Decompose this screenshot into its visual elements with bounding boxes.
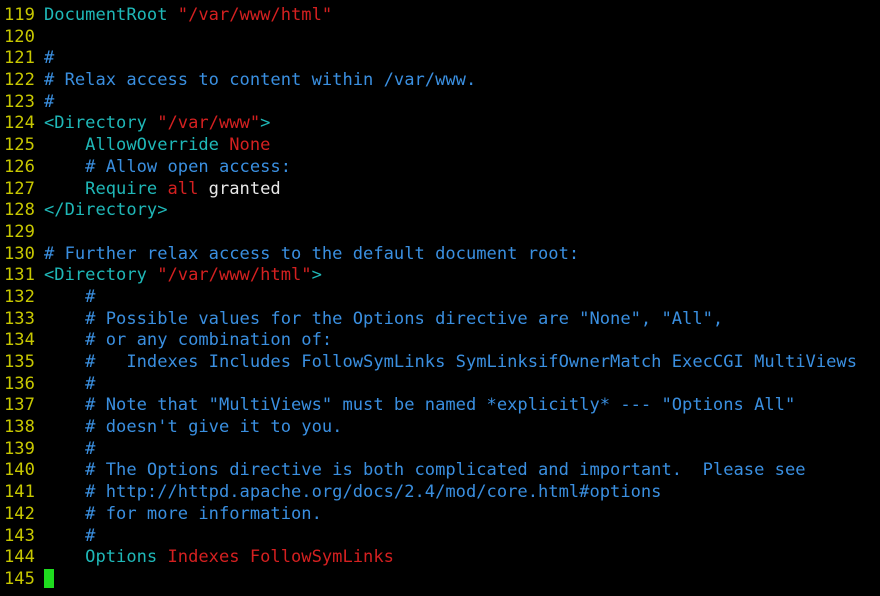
line-number: 126 (4, 156, 35, 177)
line-number: 137 (4, 395, 35, 416)
code-token-keyword: Options (44, 547, 168, 568)
code-token-comment: # or any combination of: (44, 330, 333, 351)
line-number: 124 (4, 113, 35, 134)
code-line[interactable]: 140 # The Options directive is both comp… (4, 460, 857, 482)
line-number: 127 (4, 178, 35, 199)
code-token-comment: # Note that "MultiViews" must be named *… (44, 395, 796, 416)
code-token-string: "/var/www/html" (177, 5, 333, 25)
code-token-keyword: AllowOverride (44, 135, 230, 156)
code-token-comment: # (44, 48, 55, 69)
code-token-comment: # for more information. (44, 503, 322, 524)
code-line[interactable]: 139 # (4, 439, 857, 461)
code-line[interactable]: 128 </Directory> (4, 200, 857, 222)
code-token-comment: # doesn't give it to you. (44, 417, 343, 438)
terminal-editor[interactable]: 119 DocumentRoot "/var/www/html" 120 121 #12… (4, 5, 857, 591)
line-number: 144 (4, 547, 35, 568)
line-number: 134 (4, 330, 35, 351)
code-line[interactable]: 137 # Note that "MultiViews" must be nam… (4, 395, 857, 417)
code-token-comment: # (44, 525, 96, 546)
code-token-keyword: DocumentRoot (44, 5, 178, 25)
line-number: 130 (4, 243, 35, 264)
line-number: 132 (4, 286, 35, 307)
code-line[interactable]: 121 # (4, 48, 857, 70)
line-number: 142 (4, 503, 35, 524)
code-token-string: None (229, 135, 271, 156)
line-number: 145 (4, 568, 35, 589)
code-line[interactable]: 142 # for more information. (4, 504, 857, 526)
code-token-comment: # (44, 91, 55, 112)
code-line[interactable]: 143 # (4, 526, 857, 548)
code-token-string: "/var/www" (157, 113, 261, 134)
code-line[interactable]: 123 # (4, 92, 857, 114)
line-number: 139 (4, 438, 35, 459)
line-number: 120 (4, 26, 35, 47)
code-token-keyword: </Directory> (44, 200, 168, 221)
code-token-comment: # Possible values for the Options direct… (44, 308, 724, 329)
code-line[interactable]: 144 Options Indexes FollowSymLinks (4, 547, 857, 569)
code-line[interactable]: 130 # Further relax access to the default… (4, 244, 857, 266)
code-line[interactable]: 131 <Directory "/var/www/html"> (4, 265, 857, 287)
code-token-comment: # (44, 286, 96, 307)
line-number: 131 (4, 265, 35, 286)
code-token-comment: # (44, 373, 96, 394)
line-number: 141 (4, 482, 35, 503)
line-number: 128 (4, 200, 35, 221)
code-line[interactable]: 129 (4, 222, 857, 244)
code-line[interactable]: 124 <Directory "/var/www"> (4, 113, 857, 135)
code-line[interactable]: 132 # (4, 287, 857, 309)
code-token-comment: # Allow open access: (44, 156, 291, 177)
code-line[interactable]: 127 Require all granted (4, 179, 857, 201)
text-cursor (44, 568, 54, 588)
line-number: 122 (4, 70, 35, 91)
code-line[interactable]: 120 (4, 27, 857, 49)
line-number: 125 (4, 135, 35, 156)
code-token-string: all (167, 178, 199, 199)
code-token-keyword: <Directory (44, 113, 158, 134)
line-number: 136 (4, 373, 35, 394)
code-token-comment: # The Options directive is both complica… (44, 460, 806, 481)
code-token-string: "/var/www/html" (157, 265, 312, 286)
code-line[interactable]: 138 # doesn't give it to you. (4, 417, 857, 439)
line-number: 135 (4, 352, 35, 372)
line-number: 140 (4, 460, 35, 481)
code-token-string: Indexes FollowSymLinks (167, 547, 394, 568)
code-line[interactable]: 126 # Allow open access: (4, 157, 857, 179)
code-line[interactable]: 145 (4, 568, 857, 591)
line-number: 121 (4, 48, 35, 69)
code-token-keyword: > (260, 113, 271, 134)
code-line[interactable]: 119 DocumentRoot "/var/www/html" (4, 5, 857, 27)
line-number: 123 (4, 91, 35, 112)
line-number: 138 (4, 417, 35, 438)
code-line[interactable]: 141 # http://httpd.apache.org/docs/2.4/m… (4, 482, 857, 504)
code-line[interactable]: 122 # Relax access to content within /var… (4, 70, 857, 92)
code-line[interactable]: 135 # Indexes Includes FollowSymLinks Sy… (4, 352, 857, 374)
line-number: 119 (4, 5, 35, 25)
code-line[interactable]: 136 # (4, 374, 857, 396)
code-token-text: granted (198, 178, 281, 199)
code-line[interactable]: 134 # or any combination of: (4, 330, 857, 352)
code-token-keyword: Require (44, 178, 168, 199)
code-token-comment: # Further relax access to the default do… (44, 243, 580, 264)
code-token-comment: # http://httpd.apache.org/docs/2.4/mod/c… (44, 482, 662, 503)
code-token-comment: # Relax access to content within /var/ww… (44, 70, 477, 91)
code-line[interactable]: 133 # Possible values for the Options di… (4, 309, 857, 331)
code-token-comment: # (44, 438, 96, 459)
code-line[interactable]: 125 AllowOverride None (4, 135, 857, 157)
code-token-keyword: > (311, 265, 322, 286)
line-number: 133 (4, 308, 35, 329)
line-number: 143 (4, 525, 35, 546)
code-token-comment: # Indexes Includes FollowSymLinks SymLin… (44, 352, 858, 372)
line-number: 129 (4, 221, 35, 242)
code-token-keyword: <Directory (44, 265, 158, 286)
